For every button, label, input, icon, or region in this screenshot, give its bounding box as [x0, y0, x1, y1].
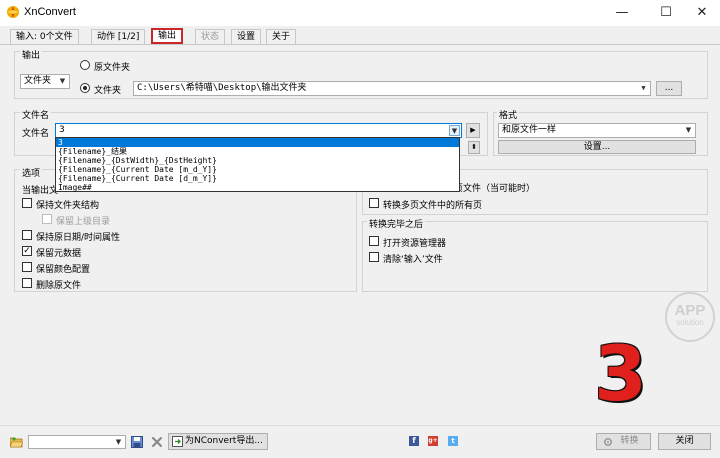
filename-section-label: 文件名 — [20, 108, 52, 121]
browse-folder-button[interactable]: ... — [656, 81, 682, 96]
radio-custom-folder[interactable] — [80, 83, 90, 93]
window-title: XnConvert — [24, 6, 76, 18]
chevron-down-icon: ▼ — [115, 438, 122, 446]
output-type-value: 文件夹 — [24, 76, 52, 86]
minimize-button[interactable]: — — [600, 0, 644, 26]
option-checkbox[interactable] — [22, 262, 32, 272]
clear-input-checkbox[interactable] — [369, 252, 379, 262]
after-convert-section-label: 转换完毕之后 — [367, 217, 426, 230]
twitter-icon[interactable]: t — [448, 436, 458, 446]
convert-all-pages-label: 转换多页文件中的所有页 — [383, 201, 483, 211]
export-icon — [172, 436, 183, 447]
app-logo-icon — [7, 6, 19, 18]
options-section-label: 选项 — [20, 166, 43, 179]
gear-icon — [603, 437, 613, 447]
export-nconvert-label: 为NConvert导出... — [185, 436, 263, 446]
tab-status[interactable]: 状态 — [195, 29, 226, 44]
filename-field-label: 文件名 — [22, 129, 50, 139]
options-partial-label: 当输出文 — [22, 186, 59, 196]
dropdown-option[interactable]: {Filename}_{Current Date [m_d_Y]} — [56, 165, 459, 174]
spin-button[interactable]: ⬍ — [468, 141, 480, 154]
format-value: 和原文件一样 — [502, 125, 557, 135]
facebook-icon[interactable]: f — [409, 436, 419, 446]
dropdown-option[interactable]: {Filename}_{Current Date [d_m_Y]} — [56, 174, 459, 183]
convert-label: 转换 — [620, 436, 639, 446]
output-folder-path-text: C:\Users\希特喵\Desktop\输出文件夹 — [137, 83, 307, 93]
watermark-logo: APP solution — [665, 292, 715, 342]
filename-input-value: 3 — [59, 125, 65, 135]
chevron-down-icon: ▼ — [59, 77, 66, 85]
chevron-down-icon: ▼ — [685, 126, 692, 134]
option-checkbox[interactable] — [42, 214, 52, 224]
filename-input[interactable]: 3 ▼ — [55, 123, 462, 138]
delete-icon[interactable] — [151, 436, 163, 448]
output-section-label: 输出 — [20, 48, 43, 61]
folder-open-icon[interactable] — [10, 436, 23, 448]
save-icon[interactable] — [131, 436, 143, 448]
step-number-overlay: 3 — [594, 329, 647, 418]
format-section-label: 格式 — [497, 108, 520, 121]
output-folder-path[interactable]: C:\Users\希特喵\Desktop\输出文件夹 ▼ — [133, 81, 651, 96]
watermark-text-top: APP — [674, 302, 706, 319]
option-label: 保留上级目录 — [56, 217, 111, 227]
option-label: 删除原文件 — [36, 281, 82, 291]
clear-input-label: 清除‘输入’文件 — [383, 255, 443, 265]
tab-output[interactable]: 输出 — [151, 28, 184, 44]
format-settings-button[interactable]: 设置... — [498, 140, 696, 154]
chevron-down-icon: ▼ — [449, 125, 460, 136]
insert-tag-button[interactable]: ▶ — [466, 123, 480, 138]
bottom-toolbar: ▼ 为NConvert导出... f g+ t 转换 关闭 — [0, 425, 720, 458]
multipage-partial-label: 页文件（当可能时） — [454, 184, 536, 194]
close-window-button[interactable]: ✕ — [680, 0, 720, 26]
convert-all-pages-checkbox[interactable] — [369, 198, 379, 208]
filename-dropdown-list[interactable]: 3 {Filename}_结果 {Filename}_{DstWidth}_{D… — [55, 137, 460, 192]
output-type-select[interactable]: 文件夹 ▼ — [20, 74, 70, 89]
open-explorer-label: 打开资源管理器 — [383, 239, 447, 249]
option-checkbox[interactable]: ✓ — [22, 246, 32, 256]
dropdown-option[interactable]: Image## — [56, 183, 459, 192]
dropdown-option[interactable]: {Filename}_结果 — [56, 147, 459, 156]
option-label: 保持原日期/时间属性 — [36, 233, 121, 243]
option-checkbox[interactable] — [22, 278, 32, 288]
dropdown-option[interactable]: 3 — [56, 138, 459, 147]
dropdown-option[interactable]: {Filename}_{DstWidth}_{DstHeight} — [56, 156, 459, 165]
convert-button[interactable]: 转换 — [596, 433, 651, 450]
google-plus-icon[interactable]: g+ — [428, 436, 438, 446]
radio-custom-folder-label: 文件夹 — [94, 86, 122, 96]
chevron-down-icon: ▼ — [641, 84, 646, 92]
open-explorer-checkbox[interactable] — [369, 236, 379, 246]
option-label: 保持文件夹结构 — [36, 201, 100, 211]
watermark-text-bottom: solution — [676, 318, 704, 327]
tab-settings[interactable]: 设置 — [231, 29, 262, 44]
option-label: 保留元数据 — [36, 249, 82, 259]
radio-original-folder[interactable] — [80, 60, 90, 70]
option-label: 保留颜色配置 — [36, 265, 91, 275]
export-nconvert-button[interactable]: 为NConvert导出... — [168, 433, 268, 450]
option-checkbox[interactable] — [22, 198, 32, 208]
format-select[interactable]: 和原文件一样 ▼ — [498, 123, 696, 138]
tab-input[interactable]: 输入: 0个文件 — [10, 29, 79, 44]
option-checkbox[interactable] — [22, 230, 32, 240]
radio-original-folder-label: 原文件夹 — [94, 63, 131, 73]
tab-actions[interactable]: 动作 [1/2] — [91, 29, 146, 44]
tab-about[interactable]: 关于 — [266, 29, 297, 44]
preset-select[interactable]: ▼ — [28, 435, 126, 449]
close-button[interactable]: 关闭 — [658, 433, 711, 450]
title-bar: XnConvert — ☐ ✕ — [0, 0, 720, 26]
tab-bar: 输入: 0个文件 动作 [1/2] 输出 状态 设置 关于 — [0, 26, 720, 45]
